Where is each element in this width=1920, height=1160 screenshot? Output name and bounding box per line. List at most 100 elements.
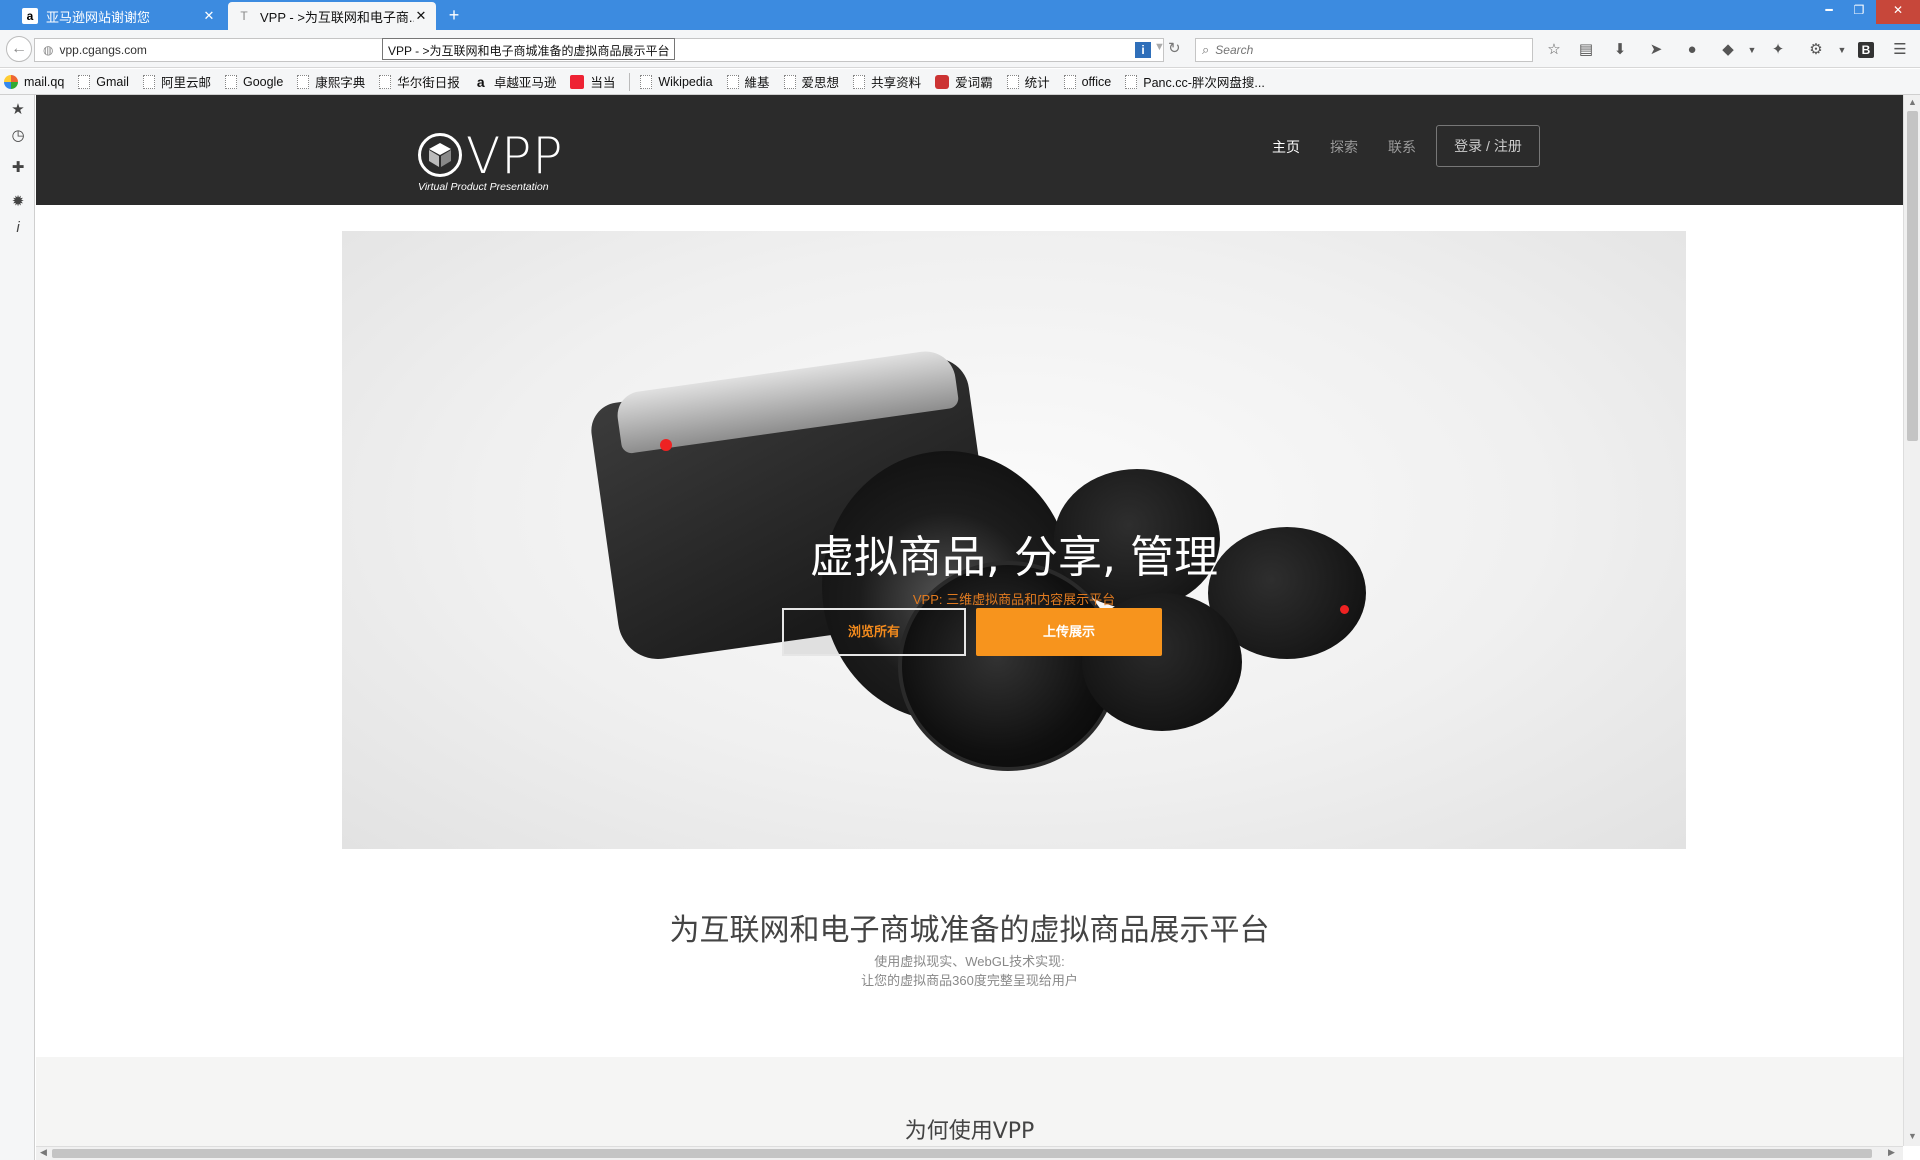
bookmark-item[interactable]: a 卓越亚马逊 — [474, 72, 556, 91]
settings-gear-icon[interactable]: ✹ — [9, 193, 27, 211]
bookmarks-star-icon[interactable]: ★ — [9, 101, 27, 119]
page-icon — [224, 74, 237, 89]
hero-banner: 虚拟商品, 分享, 管理 VPP: 三维虚拟商品和内容展示平台 浏览所有 上传展… — [342, 231, 1686, 849]
page-icon — [1125, 74, 1138, 89]
page-icon — [142, 74, 155, 89]
search-icon: ⌕ — [1202, 42, 1210, 57]
upload-button[interactable]: 上传展示 — [976, 608, 1162, 656]
bookmark-item[interactable]: Google — [224, 74, 283, 89]
page-icon — [1063, 74, 1076, 89]
nav-explore[interactable]: 探索 — [1330, 137, 1358, 157]
new-tab-button[interactable]: + — [444, 5, 464, 26]
record-dot — [660, 439, 672, 451]
bookmark-item[interactable]: office — [1063, 74, 1111, 89]
vertical-scrollbar[interactable]: ▲ ▼ — [1903, 95, 1920, 1146]
tools-icon[interactable]: ⚙ — [1806, 40, 1826, 60]
addon-icon[interactable]: ✦ — [1768, 40, 1788, 60]
bookmark-item[interactable]: 維基 — [726, 72, 770, 91]
intro-line-2: 让您的虚拟商品360度完整呈现给用户 — [861, 973, 1078, 988]
vpp-logo[interactable]: VPP Virtual Product Presentation — [418, 127, 568, 193]
logo-text: VPP — [466, 127, 564, 185]
scroll-left-icon[interactable]: ◀ — [40, 1147, 47, 1158]
bookmark-item[interactable]: Wikipedia — [640, 74, 713, 89]
amazon-icon: a — [476, 73, 485, 90]
page-tagline: 为互联网和电子商城准备的虚拟商品展示平台 — [669, 913, 1270, 948]
bookmark-item[interactable]: 阿里云邮 — [142, 72, 211, 91]
close-tab-icon[interactable]: ✕ — [414, 8, 428, 24]
window-close-button[interactable]: ✕ — [1876, 0, 1920, 24]
dropdown-icon[interactable]: ▼ — [1742, 40, 1762, 60]
dangdang-icon — [570, 74, 585, 89]
reading-list-icon[interactable]: ▤ — [1576, 40, 1596, 60]
bookmark-item[interactable]: Gmail — [78, 74, 129, 89]
login-register-button[interactable]: 登录 / 注册 — [1436, 125, 1540, 167]
search-input[interactable] — [1215, 43, 1516, 57]
info-icon[interactable]: i — [1135, 42, 1151, 58]
page-icon — [640, 74, 653, 89]
bookmark-item[interactable]: 华尔街日报 — [379, 72, 460, 91]
page-icon — [379, 74, 392, 89]
restore-button[interactable]: ❐ — [1842, 0, 1876, 24]
dropdown-icon[interactable]: ▼ — [1832, 40, 1852, 60]
bookmark-item[interactable]: 康熙字典 — [297, 72, 365, 91]
menu-icon[interactable]: ☰ — [1890, 40, 1910, 60]
send-icon[interactable]: ➤ — [1646, 40, 1666, 60]
tab-vpp[interactable]: T VPP - >为互联网和电子商... ✕ — [228, 2, 436, 30]
scroll-thumb[interactable] — [52, 1149, 1872, 1158]
download-icon[interactable]: ⬇ — [1610, 40, 1630, 60]
why-section: 为何使用VPP — [36, 1057, 1903, 1146]
bookmark-item[interactable]: 爱思想 — [783, 72, 839, 91]
globe-icon: ◍ — [43, 43, 54, 57]
site-header: VPP Virtual Product Presentation 主页 探索 联… — [36, 95, 1903, 205]
search-box[interactable]: ⌕ — [1195, 38, 1533, 62]
why-title: 为何使用VPP — [904, 1119, 1035, 1144]
url-text: vpp.cgangs.com — [59, 43, 147, 57]
nav-home[interactable]: 主页 — [1272, 137, 1300, 157]
info-icon[interactable]: i — [9, 219, 27, 237]
scroll-thumb[interactable] — [1907, 111, 1918, 441]
page-icon — [297, 74, 310, 89]
browser-sidebar: ★ ◷ ✚ ✹ i — [0, 95, 35, 1160]
page-icon — [783, 74, 796, 89]
bookmark-item[interactable]: 爱词霸 — [935, 72, 993, 91]
b-extension-icon[interactable]: B — [1858, 42, 1874, 58]
bookmarks-bar: mail.qq Gmail 阿里云邮 Google 康熙字典 华尔街日报 a 卓越… — [0, 69, 1920, 95]
nav-bar: ← ◍ vpp.cgangs.com i ▼ ↻ ⌕ ☆ ▤ ⬇ ➤ ● ◆ ▼… — [0, 30, 1920, 68]
bookmark-star-icon[interactable]: ☆ — [1544, 40, 1564, 60]
page-icon — [78, 74, 91, 89]
reload-icon[interactable]: ↻ — [1168, 39, 1181, 57]
back-button[interactable]: ← — [6, 36, 32, 62]
extension-icon[interactable]: ◆ — [1718, 40, 1738, 60]
iciba-icon — [935, 74, 950, 89]
bookmark-item[interactable]: mail.qq — [4, 74, 64, 89]
scroll-right-icon[interactable]: ▶ — [1888, 1147, 1895, 1158]
page-icon — [853, 74, 866, 89]
tab-strip: a 亚马逊网站谢谢您 ✕ T VPP - >为互联网和电子商... ✕ + ━ … — [0, 0, 1920, 30]
bookmark-item[interactable]: 共享资料 — [853, 72, 921, 91]
minimize-button[interactable]: ━ — [1812, 0, 1846, 24]
page-icon — [1006, 74, 1019, 89]
url-dropdown-icon[interactable]: ▼ — [1154, 41, 1165, 53]
page-icon — [726, 74, 739, 89]
amazon-icon: a — [22, 8, 38, 24]
site-nav: 主页 探索 联系 — [1272, 137, 1446, 157]
bookmark-item[interactable]: 当当 — [570, 72, 615, 91]
tab-amazon[interactable]: a 亚马逊网站谢谢您 ✕ — [14, 2, 224, 30]
qq-mail-icon — [4, 74, 18, 89]
history-clock-icon[interactable]: ◷ — [9, 127, 27, 145]
browse-all-button[interactable]: 浏览所有 — [782, 608, 966, 656]
nav-contact[interactable]: 联系 — [1388, 137, 1416, 157]
horizontal-scrollbar[interactable]: ◀ ▶ — [36, 1146, 1903, 1160]
bookmark-item[interactable]: 统计 — [1006, 72, 1050, 91]
tooltip: VPP - >为互联网和电子商城准备的虚拟商品展示平台 — [382, 38, 676, 60]
close-tab-icon[interactable]: ✕ — [202, 8, 216, 24]
bulb-icon[interactable]: ● — [1682, 40, 1702, 60]
bookmark-separator — [629, 72, 631, 91]
bookmark-item[interactable]: Panc.cc-胖次网盘搜... — [1125, 72, 1265, 91]
logo-subtitle: Virtual Product Presentation — [418, 181, 549, 193]
hero-title: 虚拟商品, 分享, 管理 — [810, 532, 1218, 583]
scroll-down-icon[interactable]: ▼ — [1908, 1131, 1917, 1141]
tab-label: VPP - >为互联网和电子商... — [260, 9, 414, 25]
addons-puzzle-icon[interactable]: ✚ — [9, 159, 27, 177]
scroll-up-icon[interactable]: ▲ — [1908, 97, 1917, 107]
